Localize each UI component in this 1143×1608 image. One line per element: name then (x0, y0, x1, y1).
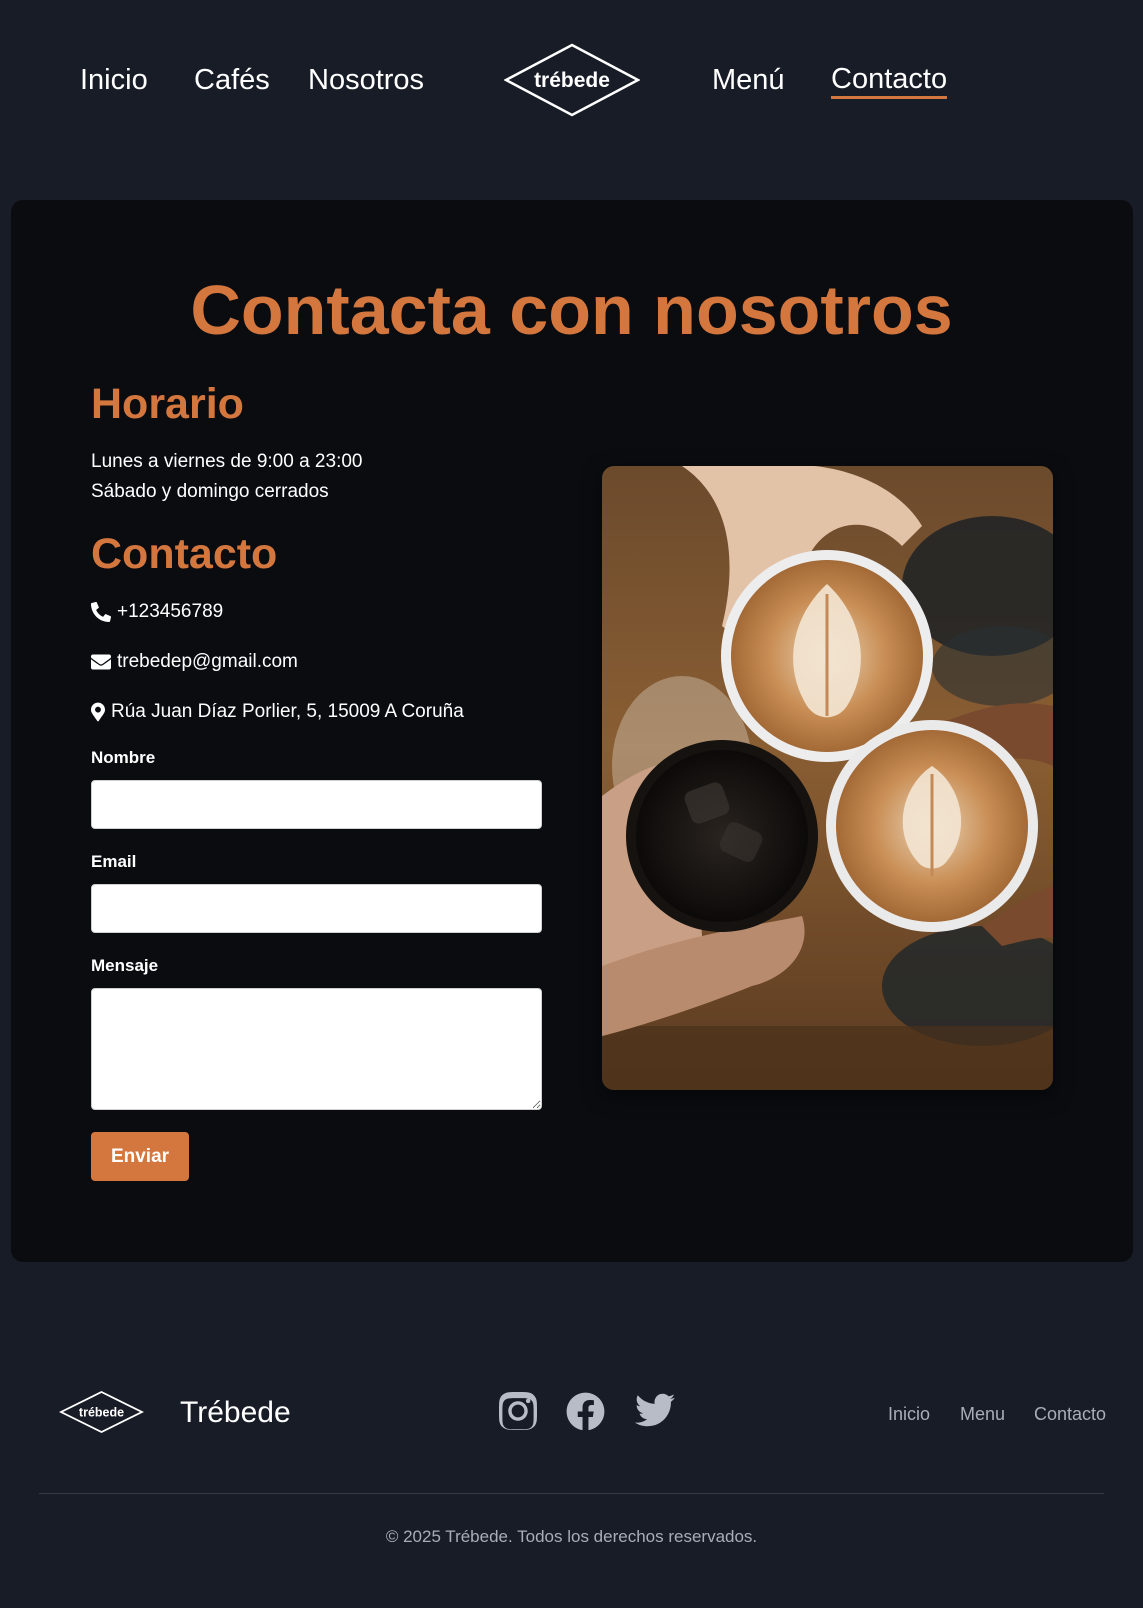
footer-divider (39, 1493, 1104, 1494)
email-address: trebedep@gmail.com (117, 651, 298, 672)
footer-link-inicio[interactable]: Inicio (888, 1402, 930, 1426)
logo-text: trébede (534, 69, 610, 92)
nav-link-inicio[interactable]: Inicio (80, 62, 148, 98)
email-field[interactable] (91, 884, 542, 933)
send-button[interactable]: Enviar (91, 1132, 189, 1181)
contact-phone: +123456789 (91, 599, 223, 625)
name-field[interactable] (91, 780, 542, 829)
nav-link-cafes[interactable]: Cafés (194, 62, 270, 98)
footer-brand-name: Trébede (180, 1396, 291, 1429)
page-title: Contacta con nosotros (190, 271, 953, 349)
brand-logo-link[interactable]: trébede (503, 43, 641, 117)
facebook-link[interactable] (566, 1392, 605, 1436)
message-label: Mensaje (91, 956, 159, 975)
coffee-cups-image (602, 466, 1053, 1090)
instagram-icon (498, 1391, 538, 1430)
contact-heading: Contacto (91, 530, 278, 578)
trebede-logo: trébede (503, 43, 641, 117)
twitter-icon (634, 1393, 675, 1427)
nav-link-menu[interactable]: Menú (712, 62, 785, 98)
instagram-link[interactable] (498, 1391, 538, 1435)
copyright-text: © 2025 Trébede. Todos los derechos reser… (385, 1527, 758, 1546)
phone-icon (91, 602, 111, 622)
envelope-icon (91, 654, 111, 670)
facebook-icon (566, 1392, 605, 1431)
message-field[interactable] (91, 988, 542, 1110)
email-label: Email (91, 852, 137, 871)
footer-link-contacto[interactable]: Contacto (1034, 1402, 1106, 1426)
phone-number: +123456789 (117, 601, 224, 622)
top-navigation: Inicio Cafés Nosotros trébede Menú Conta… (0, 0, 1143, 160)
footer-logo-link[interactable]: trébede (58, 1390, 145, 1434)
schedule-heading: Horario (91, 380, 244, 428)
nav-link-nosotros[interactable]: Nosotros (308, 62, 424, 98)
trebede-logo: trébede (58, 1390, 145, 1434)
footer-logo-text: trébede (79, 1406, 124, 1420)
contact-email: trebedep@gmail.com (91, 649, 298, 675)
footer-link-menu[interactable]: Menu (960, 1402, 1005, 1426)
contact-address: Rúa Juan Díaz Porlier, 5, 15009 A Coruña (91, 699, 464, 725)
twitter-link[interactable] (634, 1392, 675, 1433)
schedule-weekdays: Lunes a viernes de 9:00 a 23:00 (91, 451, 363, 472)
street-address: Rúa Juan Díaz Porlier, 5, 15009 A Coruña (111, 701, 464, 722)
name-label: Nombre (91, 748, 156, 767)
schedule-weekend: Sábado y domingo cerrados (91, 481, 329, 502)
nav-link-contacto[interactable]: Contacto (831, 62, 948, 99)
coffee-photo (602, 466, 1053, 1090)
map-pin-icon (91, 702, 105, 722)
